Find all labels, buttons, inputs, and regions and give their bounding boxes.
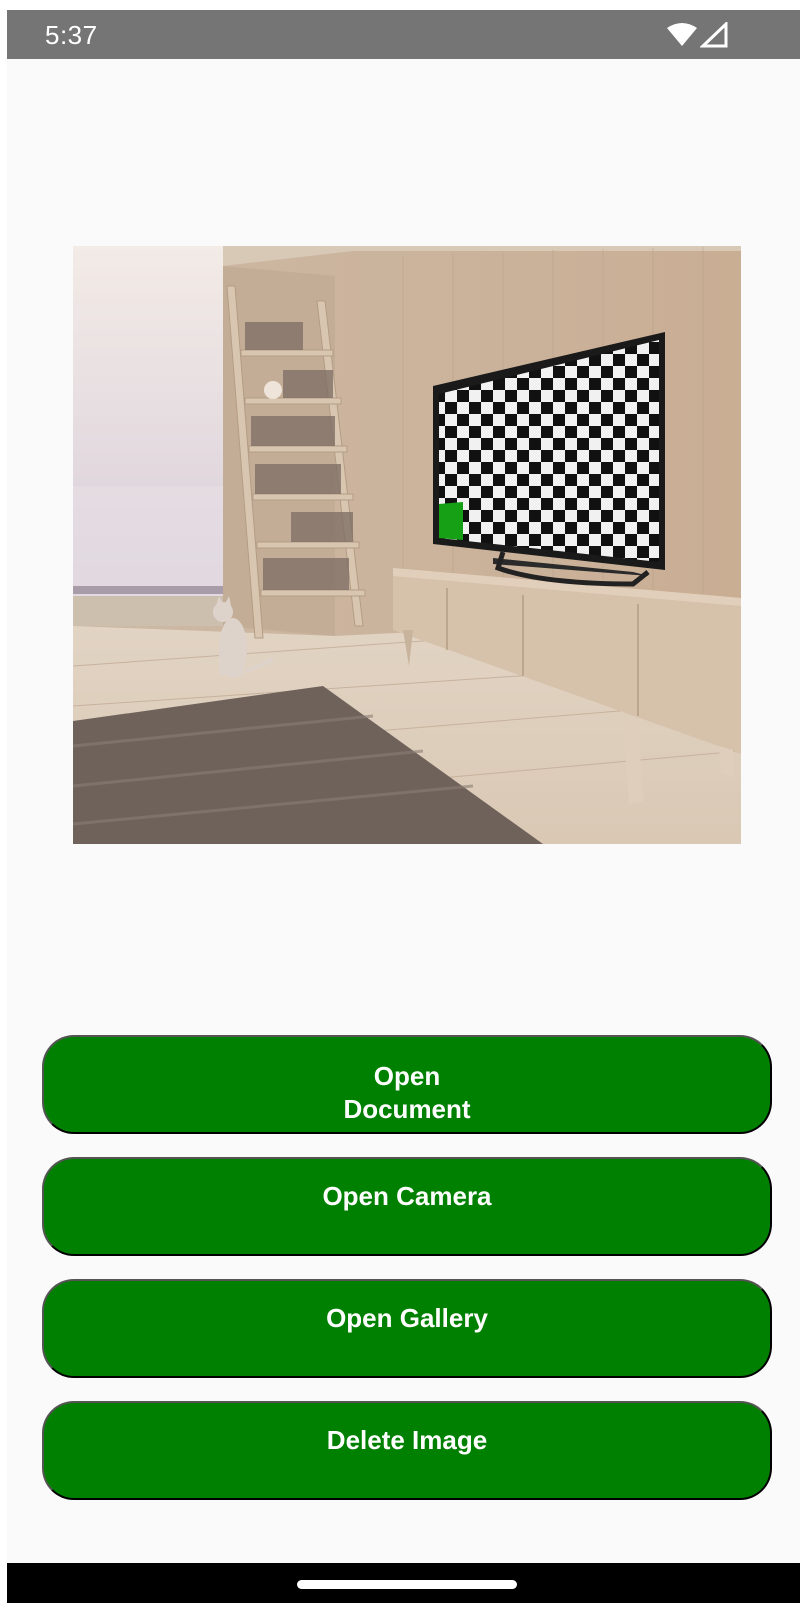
home-gesture-handle[interactable] bbox=[297, 1580, 517, 1589]
open-document-button[interactable]: Open Document bbox=[42, 1035, 772, 1134]
open-gallery-button[interactable]: Open Gallery bbox=[42, 1279, 772, 1378]
delete-image-label: Delete Image bbox=[326, 1425, 488, 1455]
room-preview-image bbox=[73, 246, 741, 844]
status-bar: 5:37 bbox=[7, 10, 800, 59]
open-gallery-label: Open Gallery bbox=[326, 1303, 488, 1333]
wifi-icon bbox=[666, 22, 698, 48]
open-camera-label: Open Camera bbox=[322, 1181, 492, 1211]
delete-image-button[interactable]: Delete Image bbox=[42, 1401, 772, 1500]
open-camera-button[interactable]: Open Camera bbox=[42, 1157, 772, 1256]
open-document-label: Open Document bbox=[343, 1061, 471, 1124]
status-time: 5:37 bbox=[45, 20, 98, 50]
app-screen: 5:37 Open Document Open Camera Open Gall… bbox=[7, 10, 800, 1603]
cell-signal-icon bbox=[700, 22, 728, 48]
navigation-bar bbox=[7, 1563, 800, 1603]
status-icons bbox=[666, 22, 728, 48]
